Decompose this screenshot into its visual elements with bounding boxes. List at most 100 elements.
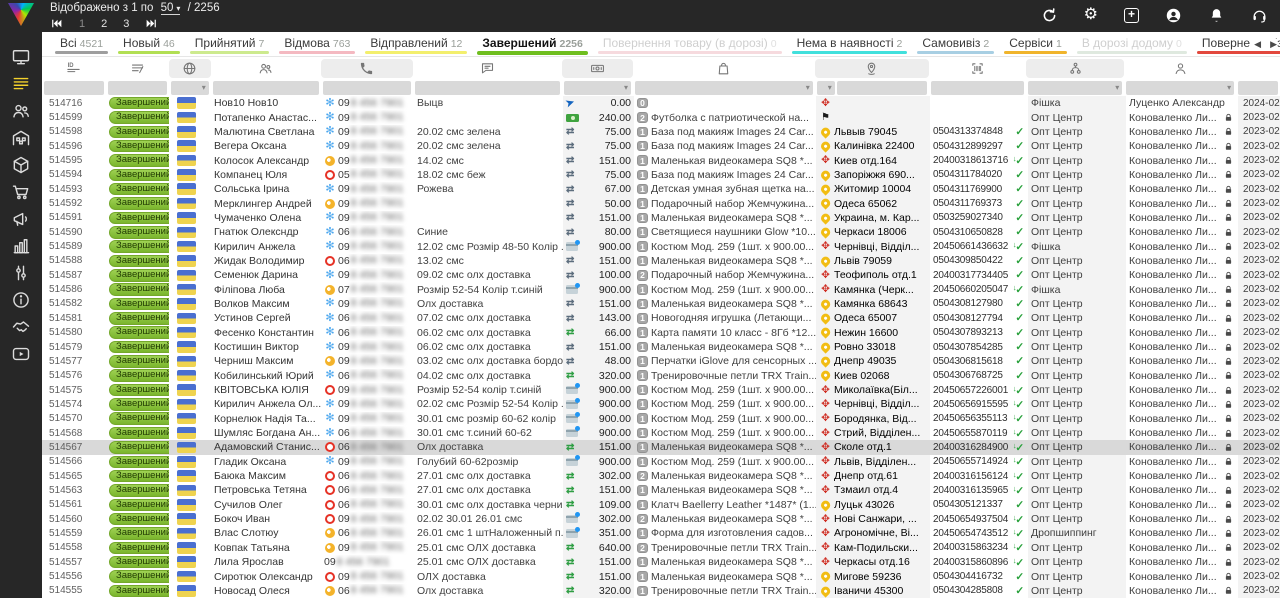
filter-input[interactable]: ▾ (564, 81, 631, 95)
col-header-country[interactable] (169, 59, 211, 78)
table-row[interactable]: 514574ЗавершенийКирилич Анжела Ол...✻098… (42, 397, 1280, 411)
tutorials-icon[interactable] (10, 344, 32, 364)
table-row[interactable]: 514563ЗавершенийПетровська Тетяна068 456… (42, 483, 1280, 497)
table-row[interactable]: 514586ЗавершенийФіліпова Люба078 456 790… (42, 282, 1280, 296)
tab[interactable]: Повернення товару (в дорозі)0 (593, 32, 787, 56)
col-header-id[interactable]: ID (42, 59, 106, 78)
col-header-group[interactable] (1026, 59, 1124, 78)
table-row[interactable]: 514567ЗавершенийАдамовский Станис...068 … (42, 440, 1280, 454)
next-tabs-button[interactable]: ▶ (1270, 39, 1277, 50)
table-row[interactable]: 514556ЗавершенийСиротюк Олександр098 456… (42, 569, 1280, 583)
filter-input[interactable]: ▾ (1028, 81, 1122, 95)
page-number[interactable]: 3 (123, 18, 129, 30)
prev-tabs-button[interactable]: ◀ (1254, 39, 1261, 50)
table-row[interactable]: 514598ЗавершенийМалютина Светлана✻098 45… (42, 125, 1280, 139)
notifications-icon[interactable] (1208, 7, 1225, 24)
filter-input[interactable] (44, 81, 104, 95)
page-number[interactable]: 2 (101, 18, 107, 30)
table-row[interactable]: 514590ЗавершенийГнатюк Олексндр✻068 456 … (42, 225, 1280, 239)
table-row[interactable]: 514594ЗавершенийКомпанец Юля058 456 7901… (42, 168, 1280, 182)
table-row[interactable]: 514587ЗавершенийСеменюк Дарина✻098 456 7… (42, 268, 1280, 282)
table-row[interactable]: 514561ЗавершенийСучилов Олег068 456 7901… (42, 498, 1280, 512)
table-row[interactable]: 514570ЗавершенийКорнелюк Надія Та...✻098… (42, 412, 1280, 426)
col-header-date[interactable] (1236, 59, 1280, 78)
table-row[interactable]: 514582ЗавершенийВолков Максим✻098 456 79… (42, 297, 1280, 311)
tab[interactable]: В дорозі додому0 (1072, 32, 1192, 56)
tab[interactable]: Завершений2256 (472, 32, 592, 56)
table-row[interactable]: 514596ЗавершенийВегера Оксана✻098 456 79… (42, 139, 1280, 153)
table-row[interactable]: 514559ЗавершенийВлас Слотюу068 456 79012… (42, 526, 1280, 540)
info-icon[interactable] (10, 290, 32, 310)
col-header-customer[interactable] (211, 59, 321, 78)
tab[interactable]: Відправлений12 (360, 32, 472, 56)
tab[interactable]: Відмова763 (274, 32, 360, 56)
partners-icon[interactable] (10, 317, 32, 337)
table-row[interactable]: 514575ЗавершенийКВІТОВСЬКА ЮЛІЯ098 456 7… (42, 383, 1280, 397)
table-row[interactable]: 514560ЗавершенийБокоч Иван098 456 790102… (42, 512, 1280, 526)
gear-icon[interactable]: ⚙ (1084, 7, 1098, 23)
refresh-icon[interactable] (1041, 7, 1058, 24)
tab[interactable]: Нема в наявності2 (787, 32, 913, 56)
last-page-button[interactable] (145, 17, 158, 30)
filter-input[interactable]: ▾ (1126, 81, 1234, 95)
stats-icon[interactable] (10, 236, 32, 256)
tab[interactable]: Новый46 (113, 32, 185, 56)
filter-input[interactable]: ▾ (635, 81, 813, 95)
filter-input[interactable]: ▾ (817, 81, 835, 95)
tools-icon[interactable] (10, 263, 32, 283)
filter-input[interactable] (213, 81, 319, 95)
table-row[interactable]: 514581ЗавершенийУстинов Сергей✻068 456 7… (42, 311, 1280, 325)
table-row[interactable]: 514565ЗавершенийБаюка Максим068 456 7901… (42, 469, 1280, 483)
col-header-payment[interactable] (562, 59, 633, 78)
filter-input[interactable] (837, 81, 927, 95)
filter-input[interactable] (1238, 81, 1278, 95)
table-row[interactable]: 514593ЗавершенийСольська Ірина✻098 456 7… (42, 182, 1280, 196)
tab[interactable]: Прийнятий7 (185, 32, 275, 56)
table-row[interactable]: 514568ЗавершенийШумляс Богдана Ан...✻068… (42, 426, 1280, 440)
tab[interactable]: Самовивіз2 (912, 32, 999, 56)
table-row[interactable]: 514557ЗавершенийЛила Ярослав098 456 7901… (42, 555, 1280, 569)
table-row[interactable]: 514589ЗавершенийКирилич Анжела✻098 456 7… (42, 239, 1280, 253)
table-row[interactable]: 514599ЗавершенийПотапенко Анастас...✻098… (42, 110, 1280, 124)
col-header-comment[interactable] (413, 59, 562, 78)
table-row[interactable]: 514716ЗавершенийНов10 Нов10✻098 456 7901… (42, 96, 1280, 110)
support-icon[interactable] (1251, 7, 1268, 24)
table-row[interactable]: 514591ЗавершенийЧумаченко Олена✻098 456 … (42, 211, 1280, 225)
filter-input[interactable] (415, 81, 560, 95)
filter-input[interactable] (323, 81, 412, 95)
tab[interactable]: Сервіси1 (999, 32, 1072, 56)
first-page-button[interactable] (50, 17, 63, 30)
col-header-tracking[interactable] (929, 59, 1027, 78)
products-icon[interactable] (10, 155, 32, 175)
app-logo-icon[interactable] (8, 3, 34, 26)
orders-icon[interactable] (10, 74, 32, 94)
filter-input[interactable]: ▾ (171, 81, 209, 95)
cart-icon[interactable] (10, 182, 32, 202)
customers-icon[interactable] (10, 101, 32, 121)
add-icon[interactable]: + (1124, 8, 1139, 23)
col-header-product[interactable] (633, 59, 815, 78)
col-header-status[interactable] (106, 59, 169, 78)
table-row[interactable]: 514577ЗавершенийЧерниш Максим098 456 790… (42, 354, 1280, 368)
table-row[interactable]: 514588ЗавершенийЖидак Володимир068 456 7… (42, 254, 1280, 268)
account-icon[interactable] (1165, 7, 1182, 24)
dashboard-icon[interactable] (10, 47, 32, 67)
filter-input[interactable] (931, 81, 1025, 95)
table-row[interactable]: 514576ЗавершенийКобилинський Юрий✻068 45… (42, 369, 1280, 383)
table-row[interactable]: 514592ЗавершенийМерклингер Андрей098 456… (42, 196, 1280, 210)
col-header-delivery[interactable] (815, 59, 929, 78)
warehouse-icon[interactable] (10, 128, 32, 148)
tab[interactable]: Всі4521 (50, 32, 113, 56)
marketing-icon[interactable] (10, 209, 32, 229)
per-page-dropdown[interactable]: 50▾ (161, 2, 181, 15)
table-row[interactable]: 514580ЗавершенийФесенко Константин✻068 4… (42, 326, 1280, 340)
table-row[interactable]: 514579ЗавершенийКостишин Виктор✻098 456 … (42, 340, 1280, 354)
col-header-phone[interactable] (321, 59, 414, 78)
table-row[interactable]: 514595ЗавершенийКолосок Александр098 456… (42, 153, 1280, 167)
table-row[interactable]: 514566ЗавершенийГладик Оксана✻098 456 79… (42, 455, 1280, 469)
table-row[interactable]: 514558ЗавершенийКовпак Татьяна098 456 79… (42, 541, 1280, 555)
col-header-manager[interactable] (1124, 59, 1236, 78)
table-row[interactable]: 514555ЗавершенийНовосад Олеся068 456 790… (42, 584, 1280, 598)
page-number[interactable]: 1 (79, 18, 85, 30)
filter-input[interactable] (108, 81, 167, 95)
